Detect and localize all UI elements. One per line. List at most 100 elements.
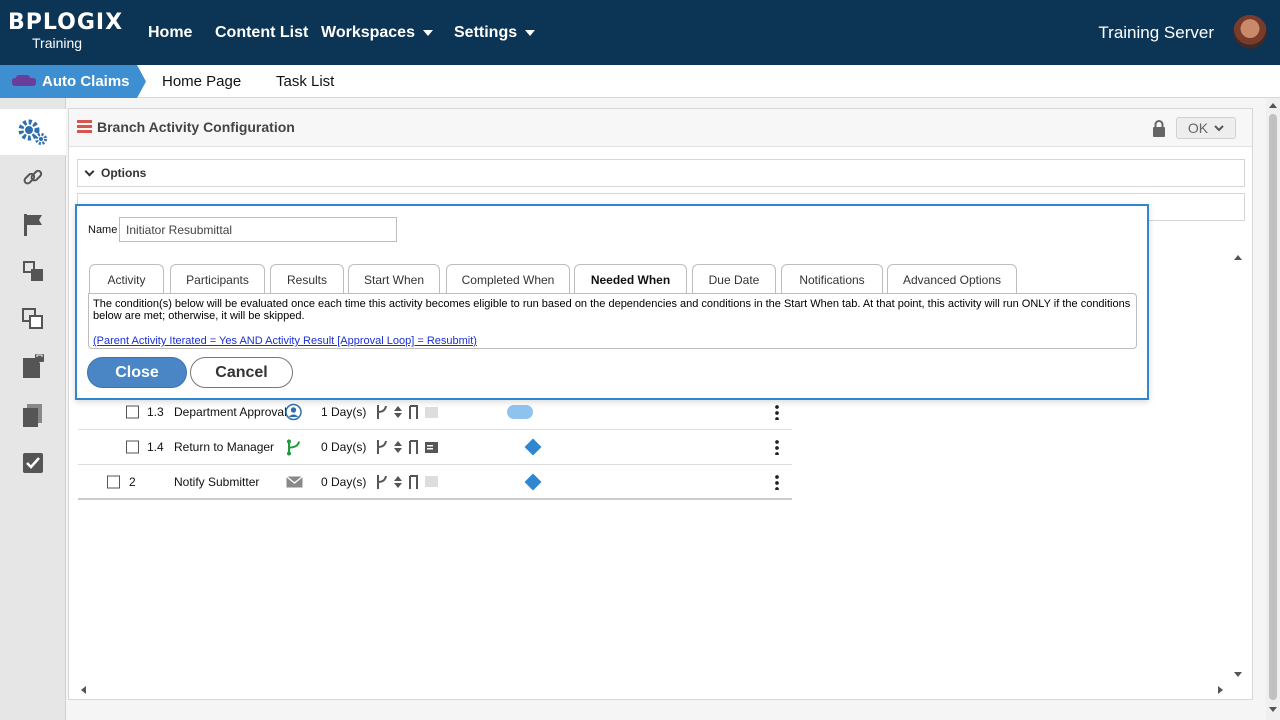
move-icon[interactable] <box>0 248 66 294</box>
locked-document-icon[interactable] <box>0 344 66 390</box>
tab-advanced-options[interactable]: Advanced Options <box>887 264 1017 294</box>
top-navigation-bar: BPLOGIX Training Home Content List Works… <box>0 0 1280 65</box>
form-icon[interactable] <box>425 476 438 487</box>
lock-icon[interactable] <box>1152 120 1166 137</box>
options-section-header[interactable]: Options <box>77 159 1245 187</box>
close-button[interactable]: Close <box>87 357 187 388</box>
chevron-down-icon <box>422 29 433 36</box>
merge-icon[interactable] <box>407 474 421 490</box>
documents-icon[interactable] <box>0 392 66 438</box>
merge-icon[interactable] <box>407 439 421 455</box>
cancel-button[interactable]: Cancel <box>190 357 293 388</box>
activity-duration: 0 Day(s) <box>321 474 367 489</box>
tab-activity[interactable]: Activity <box>89 264 164 294</box>
link-icon[interactable] <box>0 155 66 201</box>
ok-label: OK <box>1187 120 1209 136</box>
activity-name: Return to Manager <box>174 440 275 454</box>
branch-icon[interactable] <box>375 404 389 420</box>
branch-icon[interactable] <box>375 439 389 455</box>
configuration-panel: Branch Activity Configuration OK Options… <box>68 108 1253 700</box>
user-icon <box>285 403 302 421</box>
row-checkbox[interactable] <box>107 475 120 488</box>
sort-icon[interactable] <box>393 475 403 489</box>
checkbox-icon[interactable] <box>0 440 66 486</box>
home-page-link[interactable]: Home Page <box>162 65 241 98</box>
main-content: Branch Activity Configuration OK Options… <box>66 98 1266 720</box>
scrollbar-thumb[interactable] <box>1269 114 1277 700</box>
row-checkbox[interactable] <box>126 405 139 419</box>
tab-completed-when[interactable]: Completed When <box>446 264 570 294</box>
more-options-icon[interactable] <box>775 473 779 490</box>
tab-due-date[interactable]: Due Date <box>692 264 776 294</box>
tab-notifications[interactable]: Notifications <box>781 264 883 294</box>
status-diamond <box>524 473 542 490</box>
sort-icon[interactable] <box>393 405 403 419</box>
copy-icon[interactable] <box>0 296 66 342</box>
scroll-down-icon[interactable] <box>1269 707 1277 712</box>
row-action-icons <box>375 439 438 455</box>
logo-text: BPLOGIX <box>8 10 124 35</box>
branch-activity-icon <box>77 120 92 133</box>
scroll-left-icon[interactable] <box>81 686 86 694</box>
chevron-down-icon <box>525 29 536 36</box>
tab-needed-when[interactable]: Needed When <box>574 264 687 294</box>
table-row[interactable]: 2 Notify Submitter 0 Day(s) <box>78 465 792 500</box>
activity-number: 2 <box>129 474 136 489</box>
table-row[interactable]: 1.3 Department Approval 1 Day(s) <box>78 395 792 430</box>
nav-home-label: Home <box>148 23 193 41</box>
activity-name: Notify Submitter <box>174 474 260 489</box>
merge-icon[interactable] <box>407 404 421 420</box>
scroll-right-icon[interactable] <box>1218 686 1223 694</box>
car-icon <box>12 74 36 89</box>
scroll-down-icon[interactable] <box>1234 672 1242 677</box>
page-title: Branch Activity Configuration <box>97 119 295 135</box>
vertical-scrollbar[interactable] <box>1266 98 1280 720</box>
nav-settings-label: Settings <box>454 23 518 41</box>
name-label: Name <box>88 224 118 236</box>
nav-workspaces[interactable]: Workspaces <box>321 0 433 65</box>
scroll-up-icon[interactable] <box>1269 103 1277 108</box>
activity-duration: 0 Day(s) <box>321 440 367 454</box>
scroll-up-icon[interactable] <box>1234 255 1242 260</box>
ok-dropdown-button[interactable]: OK <box>1176 117 1236 139</box>
app-breadcrumb[interactable]: Auto Claims <box>0 65 146 98</box>
left-icon-sidebar <box>0 98 66 720</box>
activity-name: Department Approval <box>174 405 287 419</box>
activity-number: 1.3 <box>147 405 164 419</box>
server-name: Training Server <box>1098 22 1214 42</box>
tab-results[interactable]: Results <box>270 264 344 294</box>
bplogix-logo[interactable]: BPLOGIX Training <box>8 8 122 54</box>
form-icon[interactable] <box>425 441 438 453</box>
nav-content-list-label: Content List <box>215 23 309 41</box>
logo-subtitle: Training <box>32 35 83 51</box>
tab-start-when[interactable]: Start When <box>348 264 440 294</box>
status-diamond <box>524 438 542 456</box>
form-icon[interactable] <box>425 406 438 418</box>
app-breadcrumb-label: Auto Claims <box>42 73 130 90</box>
avatar[interactable] <box>1232 14 1268 50</box>
task-list-link[interactable]: Task List <box>276 65 334 98</box>
row-checkbox[interactable] <box>126 440 139 454</box>
sort-icon[interactable] <box>393 440 403 454</box>
status-pill <box>507 405 533 419</box>
gears-icon[interactable] <box>0 109 66 155</box>
nav-settings[interactable]: Settings <box>454 0 536 65</box>
activity-edit-dialog: Name Initiator Resubmittal Activity Part… <box>75 204 1149 400</box>
chevron-down-icon <box>1214 124 1224 131</box>
flag-icon[interactable] <box>0 202 66 248</box>
name-field[interactable]: Initiator Resubmittal <box>119 217 397 242</box>
panel-header: Branch Activity Configuration OK <box>69 109 1252 147</box>
branch-icon[interactable] <box>375 474 389 490</box>
more-options-icon[interactable] <box>775 439 779 455</box>
more-options-icon[interactable] <box>775 404 779 420</box>
tab-participants[interactable]: Participants <box>170 264 265 294</box>
nav-home[interactable]: Home <box>148 0 192 65</box>
activity-number: 1.4 <box>147 440 164 454</box>
needed-when-content: The condition(s) below will be evaluated… <box>88 293 1137 349</box>
nav-workspaces-label: Workspaces <box>321 23 415 41</box>
row-action-icons <box>375 404 438 420</box>
chevron-down-icon <box>84 166 95 176</box>
table-row[interactable]: 1.4 Return to Manager 0 Day(s) <box>78 430 792 465</box>
nav-content-list[interactable]: Content List <box>215 0 308 65</box>
condition-link[interactable]: (Parent Activity Iterated = Yes AND Acti… <box>93 335 477 347</box>
